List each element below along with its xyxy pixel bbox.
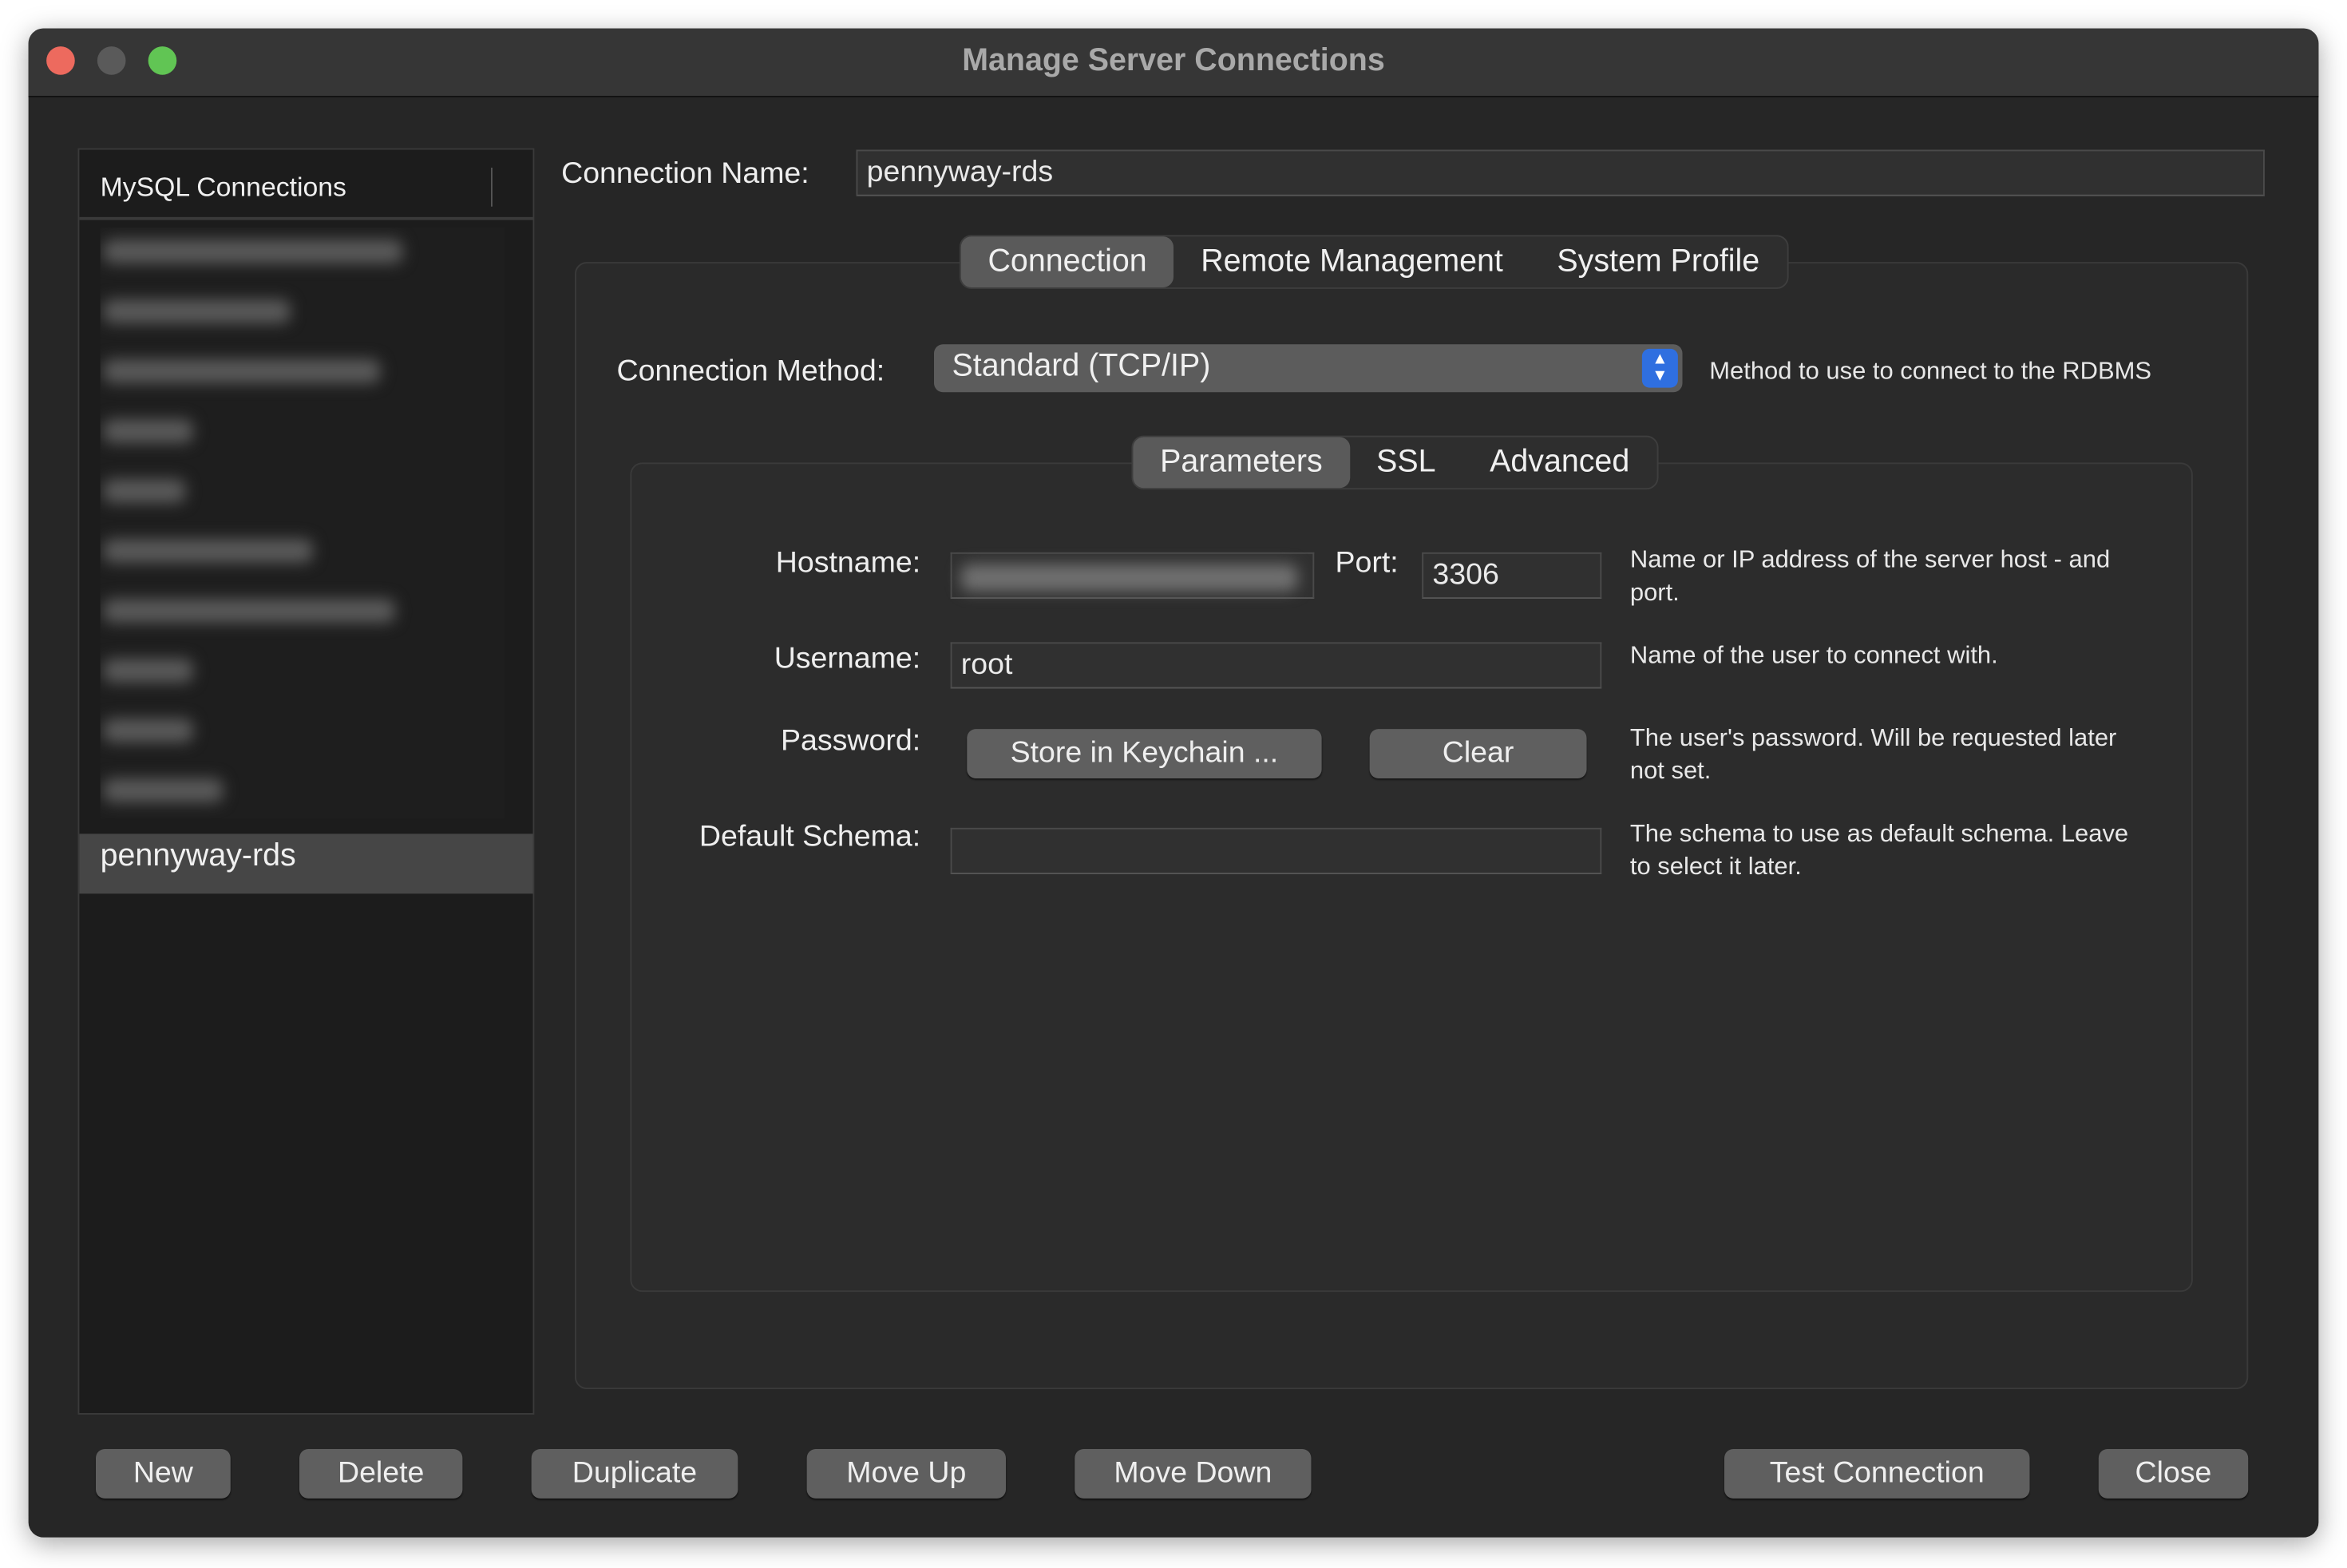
- duplicate-button[interactable]: Duplicate: [531, 1449, 738, 1499]
- manage-connections-window: Manage Server Connections MySQL Connecti…: [28, 28, 2319, 1538]
- connection-item-selected[interactable]: pennyway-rds: [79, 833, 533, 894]
- password-label: Password:: [781, 724, 921, 758]
- hostname-help: Name or IP address of the server host - …: [1629, 546, 2111, 607]
- sub-tabs: Parameters SSL Advanced: [1131, 435, 1658, 490]
- port-label: Port:: [1335, 546, 1399, 580]
- tab-remote-management[interactable]: Remote Management: [1174, 236, 1530, 287]
- connection-method-label: Connection Method:: [616, 354, 885, 388]
- connection-name-input[interactable]: pennyway-rds: [856, 149, 2265, 196]
- connection-method-value: Standard (TCP/IP): [952, 348, 1211, 383]
- port-input[interactable]: 3306: [1422, 552, 1602, 599]
- list-header-label: MySQL Connections: [100, 172, 346, 203]
- clear-password-button[interactable]: Clear: [1369, 729, 1587, 778]
- test-connection-button[interactable]: Test Connection: [1724, 1449, 2030, 1499]
- store-in-keychain-button[interactable]: Store in Keychain ...: [967, 729, 1322, 778]
- password-help: The user's password. Will be requested l…: [1629, 724, 2117, 785]
- hostname-input[interactable]: [950, 552, 1315, 599]
- username-help: Name of the user to connect with.: [1629, 642, 1998, 670]
- window-title: Manage Server Connections: [962, 43, 1385, 78]
- title-bar: Manage Server Connections: [28, 28, 2319, 97]
- connection-method-select[interactable]: Standard (TCP/IP) ▲ ▼: [934, 344, 1683, 393]
- connection-method-help: Method to use to connect to the RDBMS: [1709, 358, 2151, 385]
- new-button[interactable]: New: [96, 1449, 231, 1499]
- connection-name-label: Connection Name:: [561, 156, 809, 191]
- redacted-connection-items: [100, 228, 505, 819]
- move-down-button[interactable]: Move Down: [1075, 1449, 1312, 1499]
- default-schema-help: The schema to use as default schema. Lea…: [1629, 820, 2129, 881]
- close-button[interactable]: Close: [2098, 1449, 2249, 1499]
- username-label: Username:: [774, 642, 921, 675]
- tab-connection[interactable]: Connection: [960, 236, 1174, 287]
- connections-list-header: MySQL Connections: [79, 150, 533, 220]
- move-up-button[interactable]: Move Up: [806, 1449, 1006, 1499]
- tab-advanced[interactable]: Advanced: [1462, 438, 1656, 489]
- connections-list[interactable]: MySQL Connections pennyway-rds: [77, 148, 535, 1415]
- default-schema-input[interactable]: [950, 827, 1602, 874]
- main-tabs: Connection Remote Management System Prof…: [959, 235, 1788, 289]
- delete-button[interactable]: Delete: [299, 1449, 463, 1499]
- default-schema-label: Default Schema:: [699, 820, 921, 853]
- username-input[interactable]: root: [950, 642, 1602, 689]
- hostname-label: Hostname:: [775, 546, 921, 580]
- tab-parameters[interactable]: Parameters: [1133, 437, 1350, 489]
- tab-ssl[interactable]: SSL: [1349, 438, 1462, 489]
- tab-system-profile[interactable]: System Profile: [1530, 236, 1787, 287]
- chevron-up-down-icon: ▲ ▼: [1641, 348, 1678, 388]
